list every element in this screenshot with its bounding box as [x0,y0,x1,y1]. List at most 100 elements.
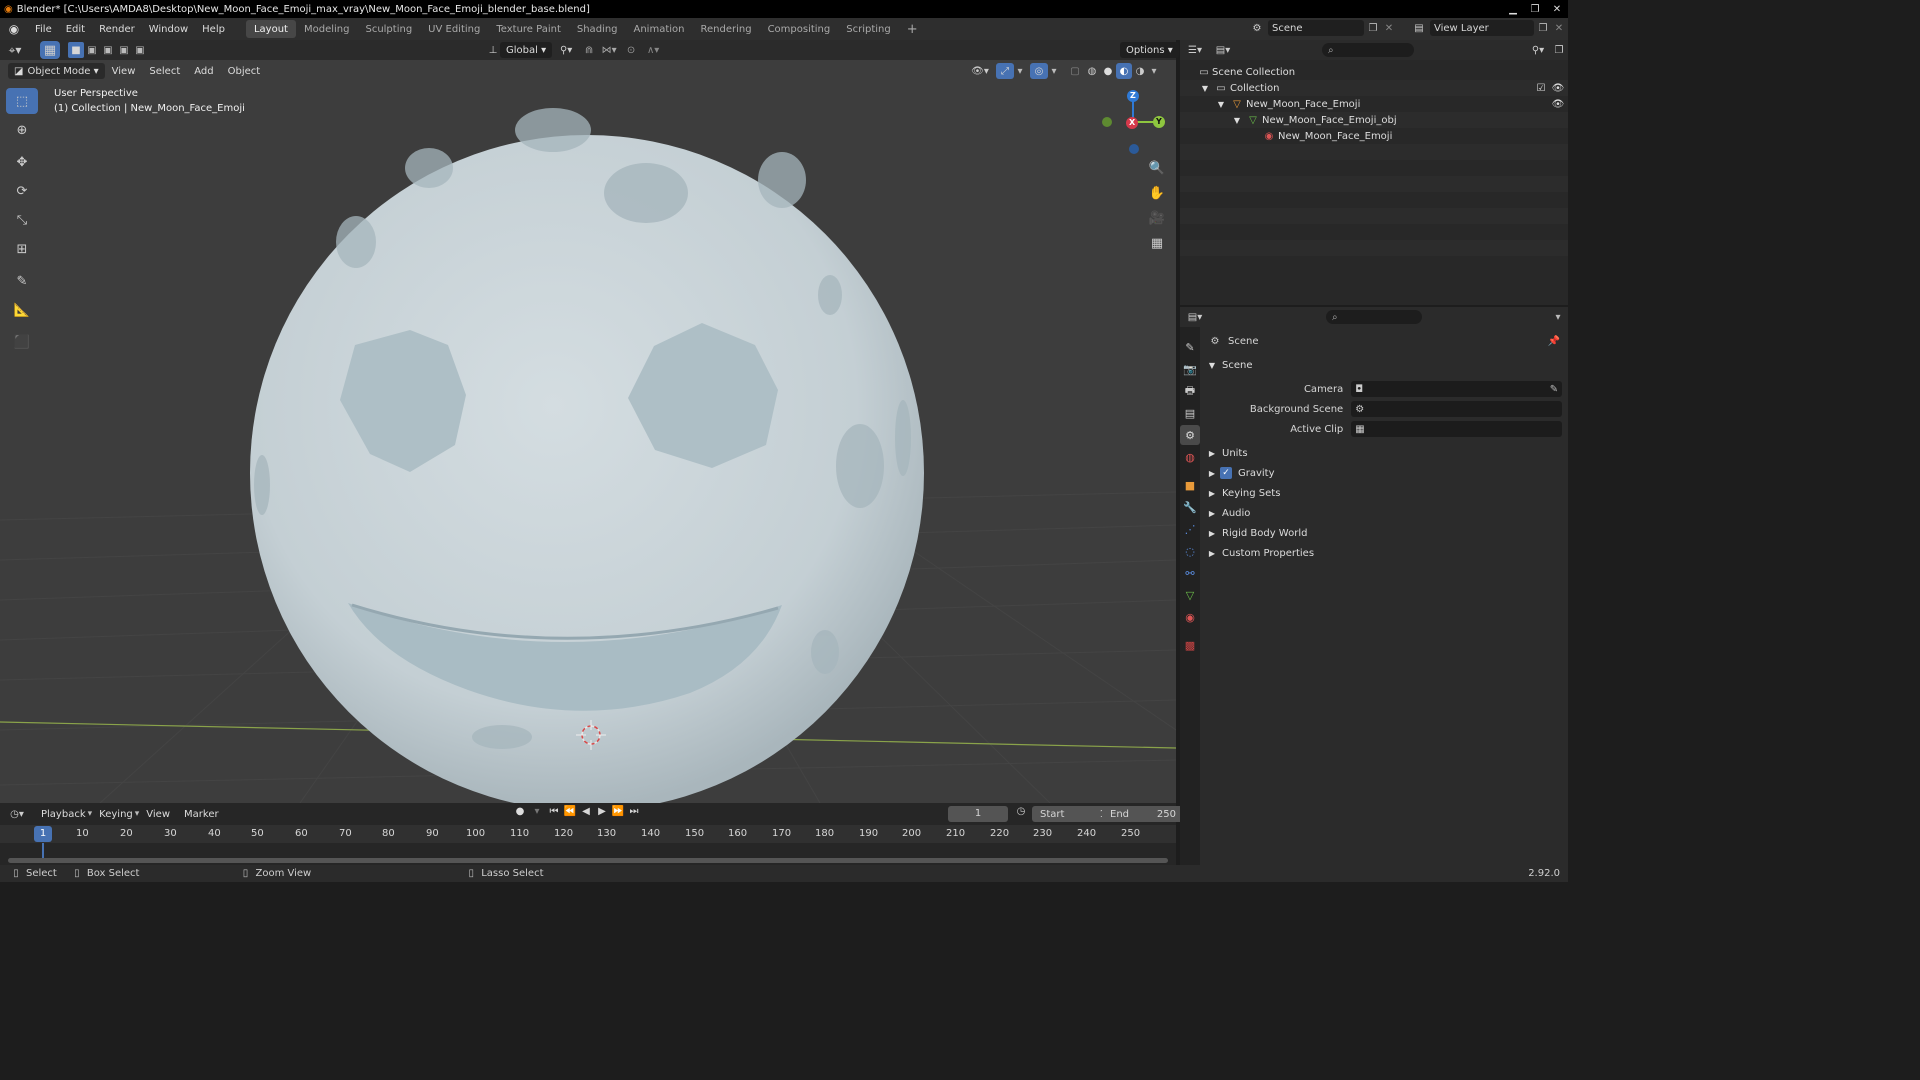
material-tab-icon[interactable]: ◉ [1180,607,1200,627]
new-scene-icon[interactable]: ❐ [1364,23,1382,34]
annotate-tool-icon[interactable]: ✎ [6,268,38,294]
timeline-menu-keying[interactable]: Keying [92,804,140,824]
select-invert-icon[interactable]: ▣ [116,42,132,58]
exclude-checkbox-icon[interactable]: ☑ [1534,83,1548,94]
gizmo-x-label[interactable]: X [1129,118,1135,127]
gravity-checkbox[interactable]: ✓ [1220,467,1232,479]
properties-editor-type-icon[interactable]: ▤▾ [1180,312,1210,323]
visibility-icon[interactable]: 👁▾ [968,66,992,77]
units-panel-header[interactable]: ▶ Units [1206,443,1562,463]
xray-icon[interactable]: ▢ [1066,66,1084,77]
visibility-eye-icon[interactable]: 👁 [1548,99,1568,110]
gizmo-dropdown-icon[interactable]: ▾ [1014,66,1026,77]
outliner-row-material[interactable]: ◉ New_Moon_Face_Emoji [1180,128,1568,144]
mesh-data-tab-icon[interactable]: ▽ [1180,585,1200,605]
timeline-menu-marker[interactable]: Marker [177,804,226,824]
rigid-body-world-panel-header[interactable]: ▶ Rigid Body World [1206,523,1562,543]
properties-search-input[interactable]: ⌕ [1326,310,1422,324]
material-preview-icon[interactable]: ◐ [1116,63,1132,79]
menu-edit[interactable]: Edit [59,18,92,40]
menu-file[interactable]: File [28,18,59,40]
jump-start-icon[interactable]: ⏮ [546,806,562,817]
tab-compositing[interactable]: Compositing [760,20,839,38]
proportional-edit-icon[interactable]: ⊙ [620,45,642,56]
gizmo-y-label[interactable]: Y [1156,117,1162,126]
tab-uv-editing[interactable]: UV Editing [420,20,488,38]
gizmo-z-label[interactable]: Z [1130,91,1136,100]
eyedropper-icon[interactable]: ✎ [1546,384,1562,395]
disclosure-triangle-icon[interactable]: ▼ [1214,100,1228,109]
modifiers-tab-icon[interactable]: 🔧 [1180,497,1200,517]
camera-field[interactable]: ◘ ✎ [1351,381,1562,397]
proportional-falloff-icon[interactable]: ∧▾ [642,45,664,56]
minimize-icon[interactable]: ▁ [1502,1,1524,17]
output-tab-icon[interactable]: 🖶 [1180,381,1200,401]
prev-keyframe-icon[interactable]: ⏪ [562,806,578,817]
outliner-editor-type-icon[interactable]: ☰▾ [1180,45,1210,56]
view-layer-tab-icon[interactable]: ▤ [1180,403,1200,423]
pan-hand-icon[interactable]: ✋ [1146,182,1168,204]
scene-icon[interactable]: ⚙ [1246,23,1268,34]
render-tab-icon[interactable]: 📷 [1180,359,1200,379]
keying-sets-panel-header[interactable]: ▶ Keying Sets [1206,483,1562,503]
properties-options-icon[interactable]: ▾ [1548,312,1568,323]
tab-layout[interactable]: Layout [245,20,296,38]
pin-icon[interactable]: 📌 [1546,336,1562,347]
current-frame-field[interactable]: 1 [948,806,1008,822]
gizmo-toggle-icon[interactable]: ⤢ [996,63,1014,79]
texture-tab-icon[interactable]: ▩ [1180,635,1200,655]
new-view-layer-icon[interactable]: ❐ [1534,23,1552,34]
overlays-dropdown-icon[interactable]: ▾ [1048,66,1060,77]
view-layer-icon[interactable]: ▤ [1408,23,1430,34]
select-extend-icon[interactable]: ▣ [84,42,100,58]
tab-rendering[interactable]: Rendering [692,20,759,38]
select-intersect-icon[interactable]: ▣ [132,42,148,58]
close-icon[interactable]: ✕ [1546,1,1568,17]
scene-panel-header[interactable]: ▼ Scene [1206,355,1562,375]
jump-end-icon[interactable]: ⏭ [626,806,642,817]
cursor-tool-icon[interactable]: ⊕ [6,117,38,143]
scene-tab-icon[interactable]: ⚙ [1180,425,1200,445]
outliner-row-object[interactable]: ▼ ▽ New_Moon_Face_Emoji 👁 [1180,96,1568,112]
camera-view-icon[interactable]: 🎥 [1146,207,1168,229]
background-scene-field[interactable]: ⚙ [1351,401,1562,417]
rendered-shading-icon[interactable]: ◑ [1132,66,1148,77]
editor-type-icon[interactable]: ⌖▾ [0,43,30,58]
maximize-icon[interactable]: ❐ [1524,1,1546,17]
menu-help[interactable]: Help [195,18,232,40]
disclosure-triangle-icon[interactable]: ▼ [1230,116,1244,125]
scale-tool-icon[interactable]: ⤡ [6,207,38,233]
constraints-tab-icon[interactable]: ⚯ [1180,563,1200,583]
add-workspace-icon[interactable]: + [899,20,926,38]
tab-modeling[interactable]: Modeling [296,20,358,38]
overlays-toggle-icon[interactable]: ◎ [1030,63,1048,79]
end-frame-field[interactable]: End 250 [1102,806,1184,822]
menu-window[interactable]: Window [142,18,195,40]
outliner-row-collection[interactable]: ▼ ▭ Collection ☑ 👁 [1180,80,1568,96]
display-mode-icon[interactable]: ▤▾ [1210,45,1236,56]
particles-tab-icon[interactable]: ⋰ [1180,519,1200,539]
custom-properties-panel-header[interactable]: ▶ Custom Properties [1206,543,1562,563]
new-collection-icon[interactable]: ❐ [1550,45,1568,56]
wireframe-shading-icon[interactable]: ◍ [1084,66,1100,77]
transform-tool-icon[interactable]: ⊞ [6,236,38,262]
select-subtract-icon[interactable]: ▣ [100,42,116,58]
audio-panel-header[interactable]: ▶ Audio [1206,503,1562,523]
pivot-point-icon[interactable]: ⚲▾ [552,45,580,56]
auto-keying-icon[interactable]: ● [512,806,528,817]
tab-shading[interactable]: Shading [569,20,626,38]
tab-animation[interactable]: Animation [626,20,693,38]
snap-icon[interactable]: ⋒ [580,45,598,56]
outliner-row-scene-collection[interactable]: ▭ Scene Collection [1180,64,1568,80]
tab-texture-paint[interactable]: Texture Paint [488,20,569,38]
object-tab-icon[interactable]: ■ [1180,475,1200,495]
timeline-scrollbar[interactable] [8,858,1168,863]
select-tool-icon[interactable]: ▦ [40,41,60,59]
outliner-row-mesh[interactable]: ▼ ▽ New_Moon_Face_Emoji_obj [1180,112,1568,128]
object-mode-dropdown[interactable]: ◪ Object Mode ▾ [8,63,105,79]
select-new-icon[interactable]: ■ [68,42,84,58]
transform-orientation-dropdown[interactable]: Global ▾ [500,42,553,58]
scene-field[interactable]: Scene [1268,20,1364,36]
tool-tab-icon[interactable]: ✎ [1180,337,1200,357]
select-box-tool-icon[interactable]: ⬚ [6,88,38,114]
